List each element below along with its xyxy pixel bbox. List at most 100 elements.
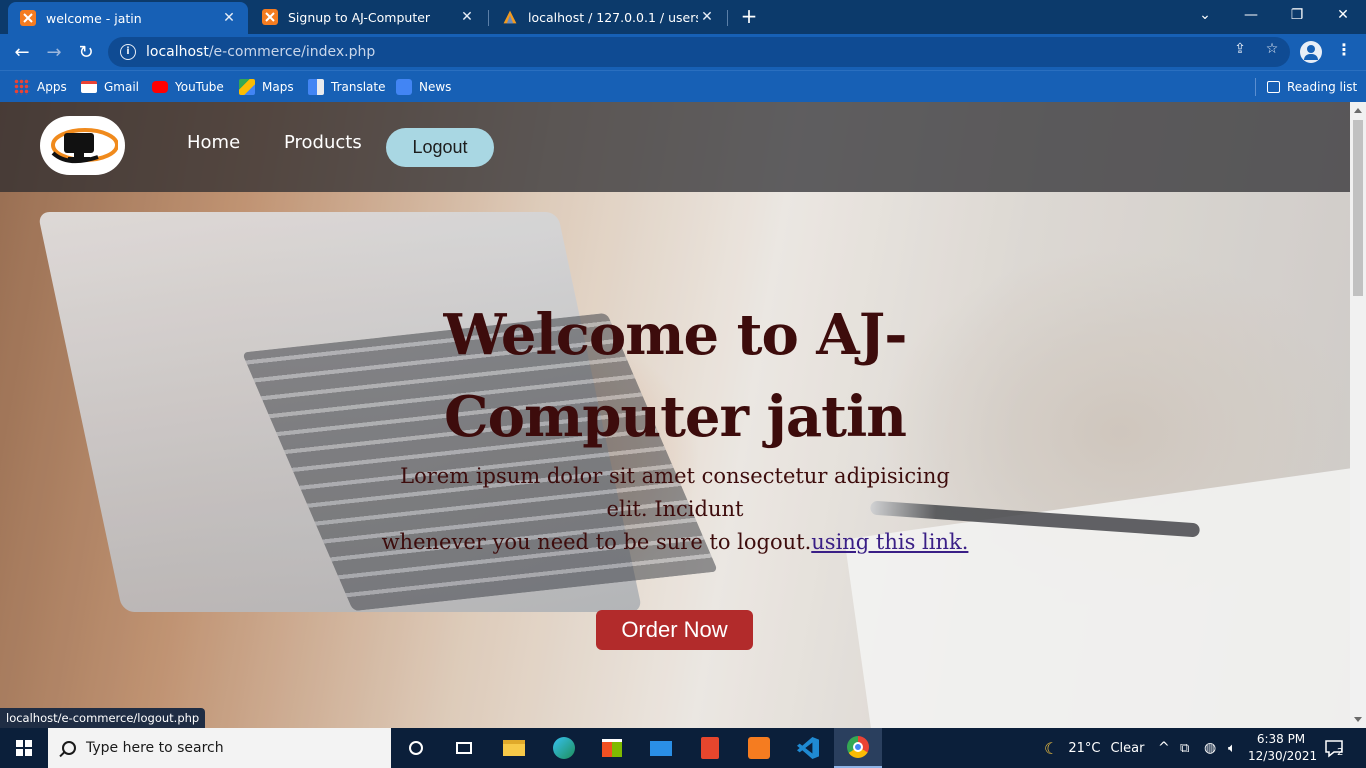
- logout-button[interactable]: Logout: [386, 128, 494, 167]
- reading-list-button[interactable]: Reading list: [1267, 77, 1357, 97]
- start-button[interactable]: [0, 728, 48, 768]
- site-logo[interactable]: [40, 116, 125, 175]
- bookmark-youtube[interactable]: YouTube: [152, 77, 224, 97]
- cortana-icon[interactable]: [392, 728, 440, 768]
- store-icon[interactable]: [588, 728, 636, 768]
- bookmark-label: News: [419, 80, 452, 94]
- volume-icon[interactable]: 🔈︎: [1228, 728, 1236, 768]
- minimize-icon[interactable]: —: [1228, 0, 1274, 30]
- tab-close-icon[interactable]: ✕: [458, 9, 476, 25]
- browser-toolbar: ← → ↻ i localhost/e-commerce/index.php ⇪…: [0, 34, 1366, 70]
- xampp-icon[interactable]: [735, 728, 783, 768]
- bookmarks-separator: [1255, 78, 1256, 96]
- bookmarks-bar: Apps Gmail YouTube Maps Translate News R…: [0, 70, 1366, 102]
- gmail-icon: [81, 81, 97, 93]
- weather-widget[interactable]: ☾ 21°C Clear: [1044, 728, 1144, 768]
- search-icon: [62, 741, 76, 755]
- tab-title: welcome - jatin: [46, 10, 142, 26]
- taskbar-clock[interactable]: 6:38 PM 12/30/2021: [1248, 731, 1318, 765]
- tab-title: Signup to AJ-Computer: [288, 9, 431, 25]
- tab-welcome[interactable]: welcome - jatin ✕: [8, 2, 248, 34]
- tab-separator: [488, 10, 489, 26]
- hero-text-line1: Lorem ipsum dolor sit amet consectetur a…: [400, 464, 950, 521]
- tab-signup[interactable]: Signup to AJ-Computer ✕: [250, 0, 486, 34]
- task-view-icon[interactable]: [440, 728, 488, 768]
- tab-close-icon[interactable]: ✕: [220, 10, 238, 26]
- reload-icon[interactable]: ↻: [74, 40, 98, 64]
- nav-home-link[interactable]: Home: [187, 132, 240, 153]
- onedrive-icon[interactable]: ⧉: [1180, 728, 1189, 768]
- browser-menu-icon[interactable]: ⋮: [1336, 40, 1352, 59]
- tab-close-icon[interactable]: ✕: [698, 9, 716, 25]
- tab-search-chevron-icon[interactable]: ⌄: [1182, 0, 1228, 30]
- site-info-icon[interactable]: i: [120, 44, 136, 60]
- weather-condition: Clear: [1110, 740, 1145, 756]
- page-scrollbar[interactable]: [1350, 102, 1366, 728]
- notifications-icon[interactable]: 2: [1324, 738, 1344, 758]
- weather-temp: 21°C: [1068, 740, 1101, 756]
- mail-icon[interactable]: [637, 728, 685, 768]
- windows-taskbar: Type here to search ☾ 21°C Clear ^ ⧉ ◍ 🔈…: [0, 728, 1366, 768]
- hero-text-line2: whenever you need to be sure to logout.: [381, 530, 812, 554]
- window-close-icon[interactable]: ✕: [1320, 0, 1366, 30]
- vscode-icon[interactable]: [784, 728, 832, 768]
- search-placeholder: Type here to search: [86, 740, 224, 756]
- bookmark-label: Translate: [331, 80, 386, 94]
- maps-icon: [239, 79, 255, 95]
- scrollbar-thumb[interactable]: [1353, 120, 1363, 296]
- show-hidden-icons-chevron-icon[interactable]: ^: [1158, 728, 1170, 768]
- address-bar[interactable]: i localhost/e-commerce/index.php: [108, 37, 1290, 67]
- bookmark-maps[interactable]: Maps: [239, 77, 294, 97]
- bookmark-label: Maps: [262, 80, 294, 94]
- share-icon[interactable]: ⇪: [1231, 41, 1249, 59]
- notification-count: 2: [1337, 747, 1344, 758]
- tab-separator: [727, 10, 728, 26]
- network-globe-icon[interactable]: ◍: [1204, 728, 1216, 768]
- bookmark-news[interactable]: News: [396, 77, 451, 97]
- scroll-down-arrow-icon[interactable]: [1354, 717, 1362, 722]
- hero-text: Lorem ipsum dolor sit amet consectetur a…: [380, 460, 970, 559]
- new-tab-plus-icon[interactable]: +: [737, 4, 761, 28]
- computer-logo-icon: [50, 127, 118, 163]
- news-icon: [396, 79, 412, 95]
- order-now-button[interactable]: Order Now: [596, 610, 753, 650]
- reading-list-label: Reading list: [1287, 80, 1358, 94]
- site-navbar: Home Products Logout: [0, 102, 1350, 192]
- windows-logo-icon: [16, 740, 32, 756]
- moon-icon: ☾: [1044, 738, 1059, 758]
- translate-icon: [308, 79, 324, 95]
- scroll-up-arrow-icon[interactable]: [1354, 108, 1362, 113]
- apps-grid-icon: [14, 79, 30, 95]
- taskbar-search-box[interactable]: Type here to search: [48, 728, 391, 768]
- file-explorer-icon[interactable]: [490, 728, 538, 768]
- logout-link[interactable]: using this link.: [811, 530, 968, 554]
- tab-title: localhost / 127.0.0.1 / users / use: [528, 9, 698, 25]
- hero-title: Welcome to AJ-Computer jatin: [443, 302, 908, 450]
- xampp-favicon-icon: [262, 9, 278, 25]
- edge-icon[interactable]: [540, 728, 588, 768]
- xampp-favicon-icon: [20, 10, 36, 26]
- chrome-icon[interactable]: [834, 728, 882, 768]
- bookmark-gmail[interactable]: Gmail: [81, 77, 139, 97]
- tab-phpmyadmin[interactable]: localhost / 127.0.0.1 / users / use ✕: [490, 0, 726, 34]
- clock-date: 12/30/2021: [1248, 749, 1318, 763]
- phpmyadmin-favicon-icon: [502, 9, 518, 25]
- bookmark-apps[interactable]: Apps: [14, 77, 67, 97]
- profile-avatar-icon[interactable]: [1300, 41, 1322, 63]
- bookmark-label: Gmail: [104, 80, 140, 94]
- youtube-icon: [152, 81, 168, 93]
- bookmark-star-icon[interactable]: ☆: [1263, 41, 1281, 59]
- office-icon[interactable]: [686, 728, 734, 768]
- clock-time: 6:38 PM: [1256, 732, 1306, 746]
- reading-list-icon: [1267, 81, 1280, 93]
- url-text: localhost/e-commerce/index.php: [146, 44, 376, 60]
- restore-icon[interactable]: ❐: [1274, 0, 1320, 30]
- page-viewport: Home Products Logout Welcome to AJ-Compu…: [0, 102, 1350, 728]
- bookmark-translate[interactable]: Translate: [308, 77, 386, 97]
- back-arrow-icon[interactable]: ←: [10, 40, 34, 64]
- nav-products-link[interactable]: Products: [284, 132, 362, 153]
- bookmark-label: YouTube: [175, 80, 224, 94]
- tab-strip: welcome - jatin ✕ Signup to AJ-Computer …: [0, 0, 1366, 34]
- bookmark-label: Apps: [37, 80, 67, 94]
- forward-arrow-icon[interactable]: →: [42, 40, 66, 64]
